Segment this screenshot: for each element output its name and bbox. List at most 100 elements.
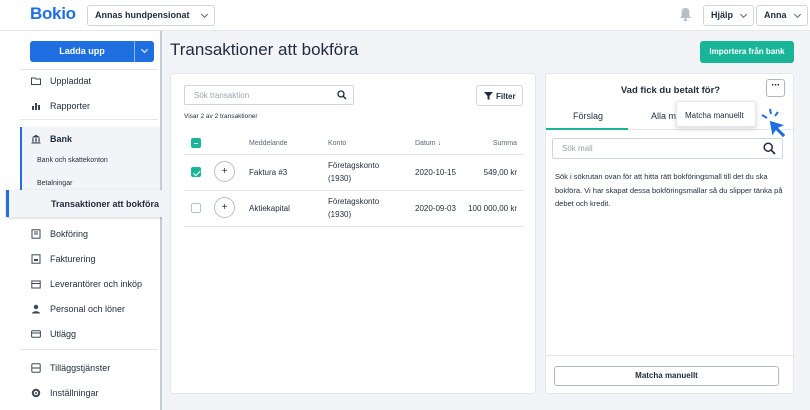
sort-arrow-icon: ↓ <box>437 140 442 147</box>
column-header-date[interactable]: Datum ↓ <box>415 140 441 147</box>
sidebar-item-utlagg[interactable]: Utlägg <box>20 324 160 344</box>
sidebar-item-tillaggstjanster[interactable]: Tilläggstjänster <box>20 358 160 378</box>
template-help-text: Sök i sökrutan ovan för att hitta rätt b… <box>555 172 783 208</box>
sidebar-subitem-bank-and-tax[interactable]: Bank och skattekonton <box>37 157 108 164</box>
person-icon <box>32 304 40 314</box>
sidebar-subitem-payments[interactable]: Betalningar <box>37 180 72 187</box>
divider <box>20 69 158 70</box>
sidebar-item-label: Uppladdat <box>50 76 92 86</box>
divider <box>184 154 524 155</box>
top-bar: Bokio Annas hundpensionat Hjälp Anna <box>0 0 810 31</box>
tab-forslag[interactable]: Förslag <box>573 111 603 121</box>
sidebar-item-leverantorer[interactable]: Leverantörer och inköp <box>20 274 160 294</box>
transaction-search-input[interactable] <box>185 86 335 104</box>
sidebar-item-label: Inställningar <box>50 388 99 398</box>
bank-icon <box>31 134 41 144</box>
sidebar-item-installningar[interactable]: Inställningar <box>20 383 160 403</box>
chevron-down-icon <box>200 10 208 19</box>
transaction-message: Aktiekapital <box>249 204 290 213</box>
user-menu[interactable]: Anna <box>756 5 808 26</box>
sidebar-item-rapporter[interactable]: Rapporter <box>20 96 160 116</box>
import-from-bank-button[interactable]: Importera från bank <box>700 41 794 63</box>
filter-button[interactable]: Filter <box>476 85 523 106</box>
transaction-count: Visar 2 av 2 transaktioner <box>184 113 258 120</box>
sidebar-item-label: Leverantörer och inköp <box>50 279 143 289</box>
help-menu[interactable]: Hjälp <box>703 5 755 26</box>
menu-item-match-manually[interactable]: Matcha manuellt <box>685 111 744 120</box>
chevron-down-icon <box>739 10 748 19</box>
main-content: Transaktioner att bokföra Importera från… <box>162 31 810 410</box>
account-name: Företagskonto <box>328 161 380 170</box>
column-header-message: Meddelande <box>249 140 288 147</box>
sidebar-item-label: Transaktioner att bokföra <box>51 199 160 209</box>
bar-chart-icon <box>32 103 40 110</box>
help-label: Hjälp <box>711 10 734 20</box>
chevron-down-icon <box>140 45 149 54</box>
more-options-button[interactable]: ··· <box>766 79 785 97</box>
notification-bell-icon[interactable] <box>679 7 692 22</box>
expand-row-button[interactable]: + <box>214 197 235 218</box>
sidebar-item-bank[interactable]: Bank <box>20 129 160 149</box>
row-checkbox[interactable] <box>191 203 201 213</box>
sidebar-item-label: Tilläggstjänster <box>50 363 111 373</box>
column-header-amount: Summa <box>492 140 517 147</box>
user-name: Anna <box>764 10 787 20</box>
divider <box>20 119 158 120</box>
invoice-icon <box>31 254 41 264</box>
organization-select[interactable]: Annas hundpensionat <box>87 5 215 26</box>
panel-title: Vad fick du betalt för? <box>620 85 721 96</box>
more-options-menu: Matcha manuellt <box>676 101 756 127</box>
chevron-down-icon <box>793 10 801 19</box>
addon-icon <box>31 363 41 373</box>
search-icon[interactable] <box>337 90 347 100</box>
sidebar-subitem-transactions[interactable]: Transaktioner att bokföra <box>6 190 166 217</box>
row-checkbox[interactable] <box>191 167 201 177</box>
sidebar-item-label: Fakturering <box>50 254 96 264</box>
transaction-message: Faktura #3 <box>249 168 288 177</box>
bokio-logo[interactable]: Bokio <box>30 4 76 24</box>
gear-icon <box>31 388 41 398</box>
column-header-account: Konto <box>328 140 347 147</box>
transaction-date: 2020-09-03 <box>415 204 456 213</box>
divider <box>184 226 524 227</box>
upload-button[interactable]: Ladda upp <box>30 41 154 62</box>
transactions-card: Filter Visar 2 av 2 transaktioner Meddel… <box>170 73 536 394</box>
sidebar-item-label: Personal och löner <box>50 304 126 314</box>
sidebar-item-label: Utlägg <box>50 329 77 339</box>
sidebar-item-personal[interactable]: Personal och löner <box>20 299 160 319</box>
transaction-amount: 549,00 kr <box>483 168 517 177</box>
sidebar-item-bokforing[interactable]: Bokföring <box>20 224 160 244</box>
ledger-icon <box>31 229 41 239</box>
sidebar-item-fakturering[interactable]: Fakturering <box>20 249 160 269</box>
card-icon <box>31 330 41 338</box>
transaction-account: Företagskonto (1930) <box>328 195 379 221</box>
supplier-icon <box>31 280 41 289</box>
divider <box>546 355 795 356</box>
transaction-search-field[interactable] <box>184 85 354 105</box>
column-header-date-label: Datum <box>415 140 436 147</box>
template-search-input[interactable] <box>553 139 753 158</box>
sidebar-item-label: Rapporter <box>50 101 91 111</box>
active-tab-indicator <box>546 128 628 130</box>
upload-label: Ladda upp <box>59 46 105 56</box>
organization-name: Annas hundpensionat <box>95 10 190 20</box>
account-number: (1930) <box>328 174 352 183</box>
search-icon[interactable] <box>763 142 776 155</box>
sidebar-item-uppladdat[interactable]: Uppladdat <box>20 71 160 91</box>
match-manually-button[interactable]: Matcha manuellt <box>554 366 779 386</box>
divider <box>184 190 524 191</box>
divider <box>20 349 158 350</box>
transaction-account: Företagskonto (1930) <box>328 159 379 185</box>
bookkeeping-panel: Vad fick du betalt för? ··· Förslag Alla… <box>545 73 795 394</box>
account-number: (1930) <box>328 210 352 219</box>
sidebar-item-label: Bokföring <box>50 229 89 239</box>
filter-icon <box>484 92 493 100</box>
expand-row-button[interactable]: + <box>214 161 235 182</box>
select-all-checkbox[interactable] <box>191 138 201 148</box>
account-name: Företagskonto <box>328 197 380 206</box>
page-title: Transaktioner att bokföra <box>170 40 359 59</box>
template-search-field[interactable] <box>552 138 783 159</box>
upload-options-toggle[interactable] <box>134 41 154 62</box>
transaction-amount: 100 000,00 kr <box>468 204 517 213</box>
sidebar-item-label: Bank <box>50 134 73 144</box>
